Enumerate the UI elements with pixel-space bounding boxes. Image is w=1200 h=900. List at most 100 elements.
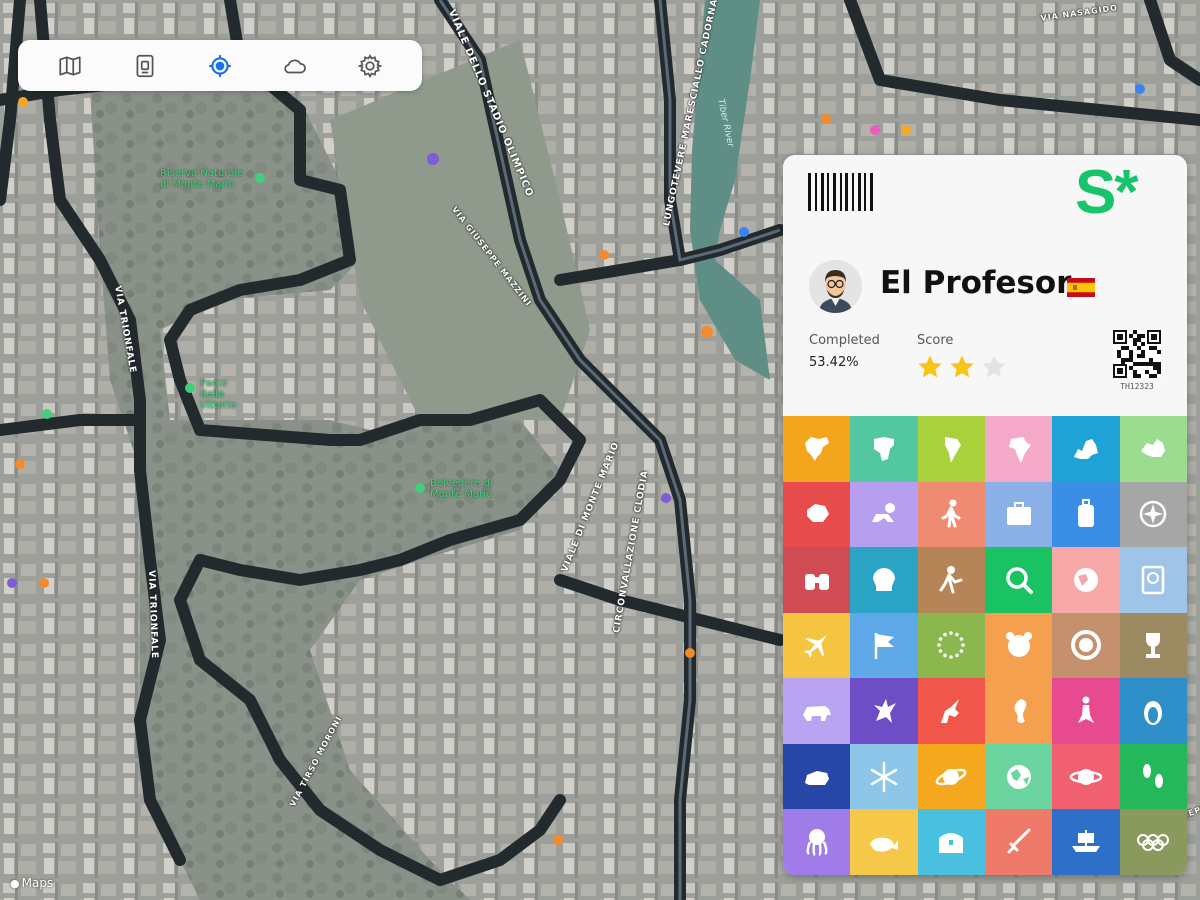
- achievement-tile[interactable]: [1052, 547, 1120, 613]
- octopus-icon: [806, 829, 828, 857]
- achievement-tile[interactable]: [917, 743, 985, 810]
- achievement-tile[interactable]: [917, 416, 985, 482]
- penguin-icon: [1144, 701, 1163, 726]
- achievement-tile[interactable]: [1052, 743, 1120, 810]
- achievement-tile[interactable]: [850, 743, 918, 810]
- score-stars: [916, 353, 1008, 381]
- score-label: Score: [917, 333, 954, 348]
- luggage-icon: [1077, 499, 1094, 528]
- qr-code-icon[interactable]: [1113, 330, 1161, 378]
- achievement-tile[interactable]: [917, 547, 985, 613]
- cloud-icon: [284, 59, 307, 73]
- explorer-icon: [939, 565, 963, 594]
- sword-icon: [1007, 828, 1031, 854]
- olympic-rings-icon: [1137, 834, 1170, 852]
- footprints-icon: [1143, 763, 1164, 788]
- achievement-tile[interactable]: [1119, 809, 1187, 875]
- star-filled-icon: [950, 355, 974, 378]
- achievement-tile[interactable]: [1119, 678, 1187, 744]
- airplane-icon: [803, 635, 827, 659]
- achievement-tile[interactable]: [783, 481, 851, 548]
- achievement-tile[interactable]: [985, 481, 1053, 548]
- achievement-tile[interactable]: [1052, 416, 1120, 482]
- achievement-tile[interactable]: [850, 809, 918, 875]
- skull-icon: [872, 567, 895, 591]
- settings-button[interactable]: [348, 44, 392, 88]
- poi-label[interactable]: Parco della Vittoria: [200, 378, 250, 411]
- location-button[interactable]: [198, 44, 242, 88]
- achievement-tile[interactable]: [783, 678, 851, 744]
- achievement-tile[interactable]: [1119, 416, 1187, 482]
- lion-icon: [1070, 630, 1101, 661]
- passport-button[interactable]: [123, 44, 167, 88]
- achievement-tile[interactable]: [850, 547, 918, 613]
- achievement-tile[interactable]: [917, 809, 985, 875]
- achievement-tile[interactable]: [783, 809, 851, 875]
- star-empty-icon: [982, 355, 1006, 378]
- achievement-tile[interactable]: [850, 416, 918, 482]
- achievement-tile[interactable]: [1119, 547, 1187, 613]
- achievement-tile[interactable]: [917, 481, 985, 548]
- achievement-tile[interactable]: [1052, 678, 1120, 744]
- treasure-chest-icon: [939, 833, 964, 854]
- poi-label[interactable]: Belvedere di Monte Mario: [430, 478, 505, 500]
- south-america-icon: [945, 436, 962, 463]
- star-filled-icon: [918, 355, 942, 378]
- target-icon: [209, 54, 231, 77]
- achievement-tile[interactable]: [783, 743, 851, 810]
- achievement-tile[interactable]: [783, 416, 851, 482]
- flag-icon: [874, 633, 894, 660]
- compass-icon: [1140, 501, 1167, 528]
- trophy-icon: [1146, 633, 1161, 659]
- achievement-tile[interactable]: [850, 678, 918, 744]
- achievement-tile[interactable]: [917, 612, 985, 679]
- polar-bear-icon: [804, 770, 829, 785]
- north-america-icon: [804, 436, 829, 461]
- map-view-button[interactable]: [48, 44, 92, 88]
- brand-logo: S*: [1075, 158, 1139, 227]
- profile-card: S* El Profesor Completed 53.42% Score TH…: [783, 155, 1187, 875]
- gear-icon: [357, 53, 383, 78]
- spain-flag-icon: [1067, 278, 1095, 297]
- tiger-icon: [1005, 632, 1032, 658]
- achievement-tile[interactable]: [985, 678, 1053, 744]
- achievement-tile[interactable]: [985, 416, 1053, 482]
- achievement-tile[interactable]: [985, 547, 1053, 613]
- bear-icon: [802, 706, 831, 722]
- viking-ship-icon: [1071, 830, 1100, 853]
- completed-value: 53.42%: [809, 355, 859, 370]
- walking-person-icon: [941, 499, 961, 528]
- achievement-tile[interactable]: [783, 547, 851, 613]
- europe-icon: [1073, 438, 1098, 459]
- globe-icon: [1073, 567, 1098, 592]
- achievement-tile[interactable]: [1119, 481, 1187, 548]
- unicorn-icon: [941, 699, 960, 724]
- achievement-tile[interactable]: [1052, 481, 1120, 548]
- achievement-tile[interactable]: [985, 612, 1053, 679]
- africa-map-icon: [873, 436, 894, 461]
- cloud-button[interactable]: [273, 44, 317, 88]
- australia-icon: [1141, 438, 1166, 457]
- avatar[interactable]: [809, 260, 862, 313]
- poi-label[interactable]: Riserva Naturale di Monte Mario: [160, 168, 255, 190]
- achievement-tile[interactable]: [985, 743, 1053, 810]
- achievement-tile[interactable]: [917, 678, 985, 744]
- planet-ring-icon: [1069, 768, 1103, 785]
- suitcase-icon: [1006, 502, 1031, 526]
- seahorse-icon: [1014, 699, 1026, 724]
- maps-attribution: ● Maps: [10, 876, 53, 890]
- barcode: [808, 173, 873, 211]
- achievement-tile[interactable]: [850, 612, 918, 679]
- achievement-tile[interactable]: [1119, 612, 1187, 679]
- achievement-tile[interactable]: [850, 481, 918, 548]
- achievement-tile[interactable]: [1052, 809, 1120, 875]
- magnifier-icon: [1005, 567, 1033, 594]
- africa-icon: [1008, 436, 1031, 463]
- achievement-tile[interactable]: [985, 809, 1053, 875]
- achievement-tile[interactable]: [783, 612, 851, 679]
- achievement-tile[interactable]: [1052, 612, 1120, 679]
- achievement-tile[interactable]: [1119, 743, 1187, 810]
- binoculars-icon: [804, 573, 829, 590]
- passport-icon: [1142, 565, 1165, 595]
- mermaid-icon: [1077, 696, 1094, 724]
